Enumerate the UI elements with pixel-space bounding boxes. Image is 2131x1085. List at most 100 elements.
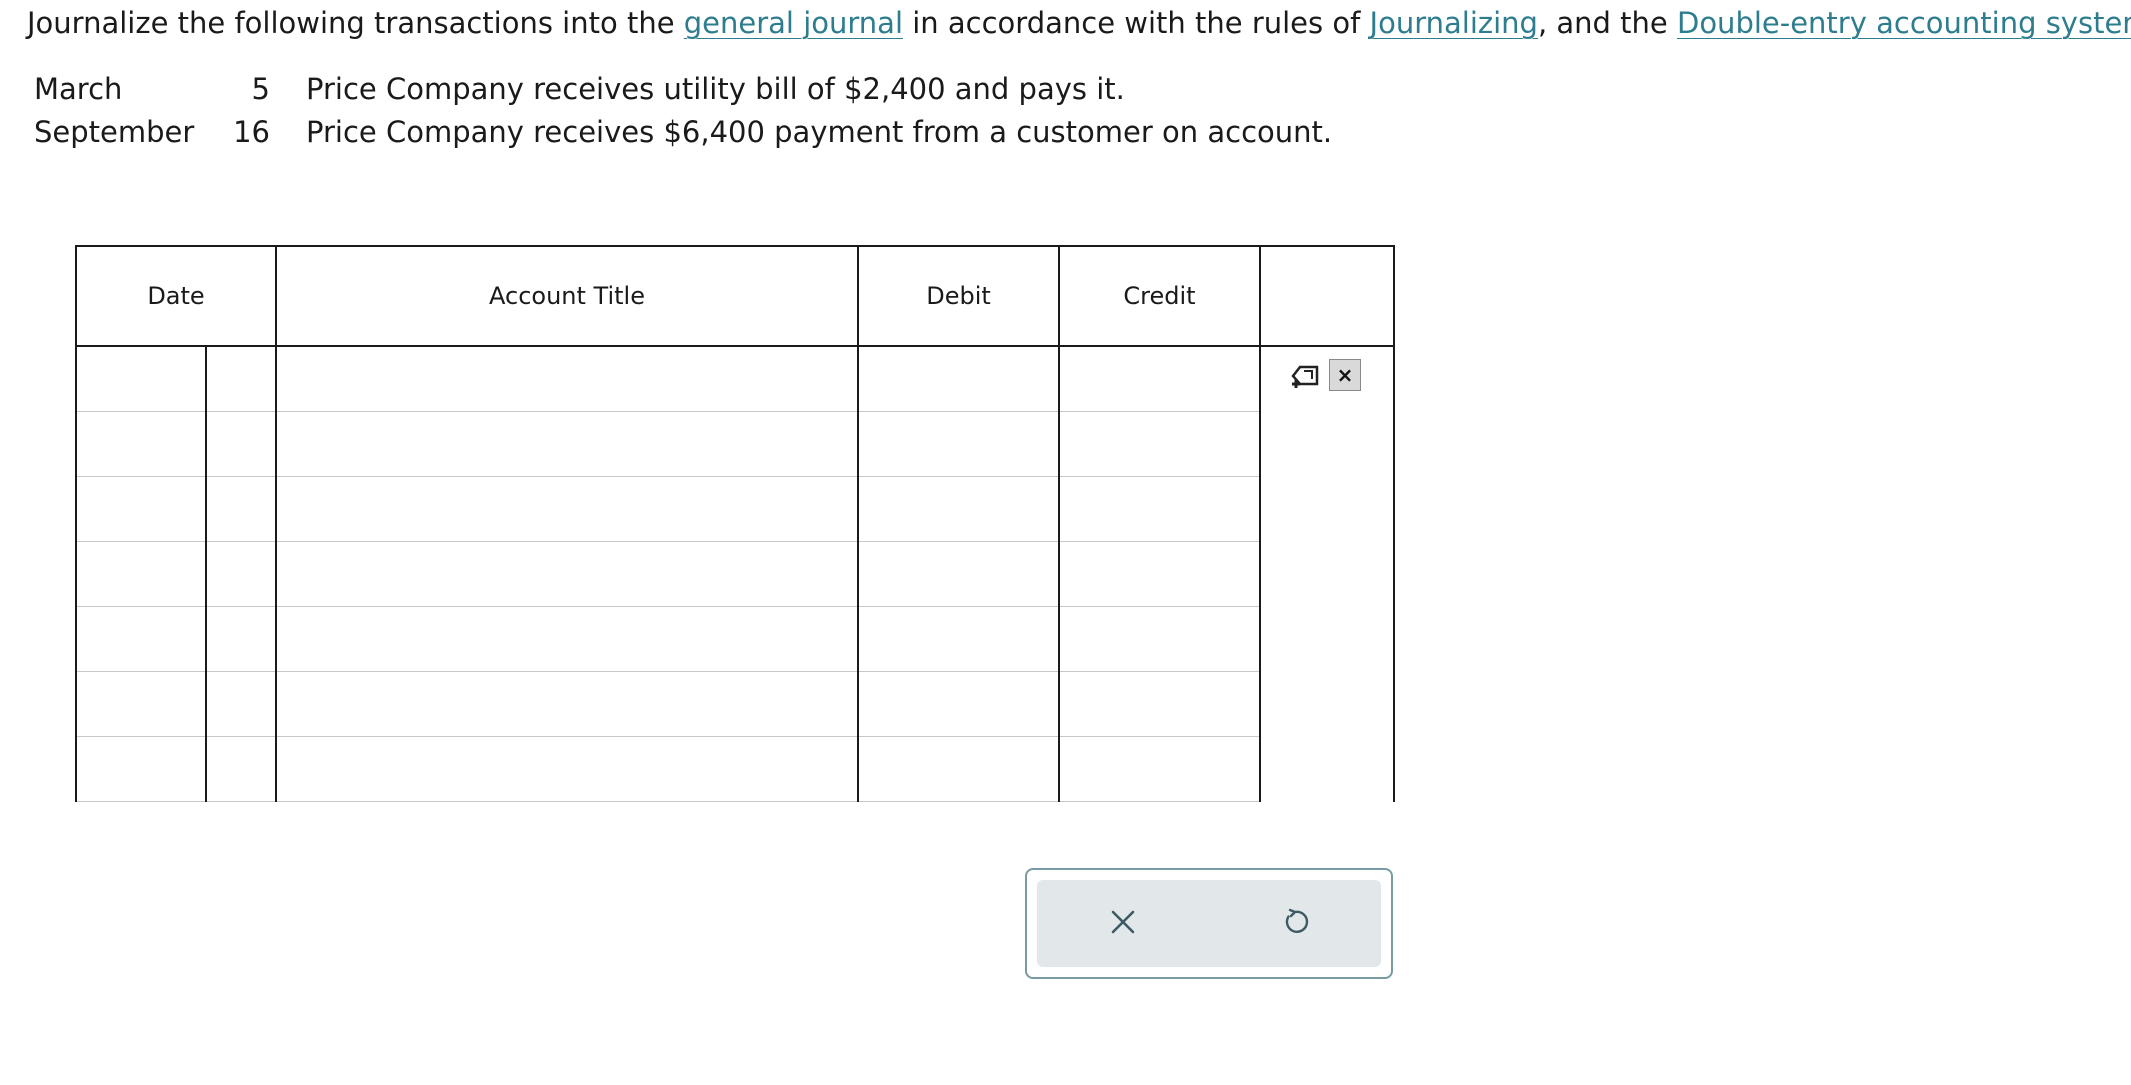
transaction-description: Price Company receives utility bill of $… <box>306 72 1125 106</box>
account-input[interactable] <box>277 412 857 476</box>
day-cell[interactable] <box>205 606 277 672</box>
day-cell[interactable] <box>205 736 277 802</box>
undo-icon <box>1280 907 1310 941</box>
day-input[interactable] <box>207 477 275 541</box>
account-cell[interactable] <box>275 476 859 542</box>
account-input[interactable] <box>277 672 857 736</box>
reset-button[interactable] <box>1271 900 1319 948</box>
debit-cell[interactable] <box>857 411 1060 477</box>
month-cell[interactable] <box>75 411 207 477</box>
header-controls <box>1259 245 1395 347</box>
transaction-description: Price Company receives $6,400 payment fr… <box>306 115 1333 149</box>
day-cell[interactable] <box>205 345 277 412</box>
answer-actions <box>1025 868 1393 979</box>
debit-input[interactable] <box>859 737 1058 801</box>
day-cell[interactable] <box>205 671 277 737</box>
month-input[interactable] <box>77 607 205 671</box>
header-date: Date <box>75 245 277 347</box>
month-input[interactable] <box>77 672 205 736</box>
month-input[interactable] <box>77 542 205 606</box>
credit-input[interactable] <box>1060 542 1259 606</box>
credit-input[interactable] <box>1060 672 1259 736</box>
clear-button[interactable] <box>1099 900 1147 948</box>
transaction-day: 16 <box>233 115 270 149</box>
account-cell[interactable] <box>275 345 859 412</box>
credit-input[interactable] <box>1060 347 1259 411</box>
account-input[interactable] <box>277 477 857 541</box>
journal-row <box>75 606 1394 672</box>
credit-cell[interactable] <box>1058 345 1261 412</box>
credit-cell[interactable] <box>1058 606 1261 672</box>
header-debit: Debit <box>857 245 1060 347</box>
transaction-row: March 5 Price Company receives utility b… <box>34 68 1332 111</box>
account-input[interactable] <box>277 607 857 671</box>
day-input[interactable] <box>207 347 275 411</box>
month-cell[interactable] <box>75 606 207 672</box>
account-cell[interactable] <box>275 736 859 802</box>
credit-cell[interactable] <box>1058 736 1261 802</box>
debit-cell[interactable] <box>857 541 1060 607</box>
credit-input[interactable] <box>1060 412 1259 476</box>
credit-cell[interactable] <box>1058 476 1261 542</box>
credit-input[interactable] <box>1060 607 1259 671</box>
credit-input[interactable] <box>1060 737 1259 801</box>
general-journal-link[interactable]: general journal <box>684 6 903 40</box>
credit-cell[interactable] <box>1058 671 1261 737</box>
debit-input[interactable] <box>859 672 1058 736</box>
account-cell[interactable] <box>275 671 859 737</box>
day-cell[interactable] <box>205 411 277 477</box>
debit-cell[interactable] <box>857 345 1060 412</box>
month-cell[interactable] <box>75 345 207 412</box>
header-account-title: Account Title <box>275 245 859 347</box>
day-cell[interactable] <box>205 476 277 542</box>
day-input[interactable] <box>207 607 275 671</box>
delete-row-button[interactable]: × <box>1329 359 1361 391</box>
transaction-row: September 16 Price Company receives $6,4… <box>34 111 1332 154</box>
day-input[interactable] <box>207 412 275 476</box>
debit-cell[interactable] <box>857 736 1060 802</box>
debit-input[interactable] <box>859 477 1058 541</box>
month-cell[interactable] <box>75 736 207 802</box>
journal-grid: Date Account Title Debit Credit × <box>75 245 1395 802</box>
day-input[interactable] <box>207 737 275 801</box>
debit-cell[interactable] <box>857 476 1060 542</box>
debit-input[interactable] <box>859 347 1058 411</box>
debit-cell[interactable] <box>857 671 1060 737</box>
instructions-text: Journalize the following transactions in… <box>27 3 2131 43</box>
transaction-month: March <box>34 72 123 106</box>
debit-input[interactable] <box>859 412 1058 476</box>
row-controls-cell: × <box>1259 345 1395 802</box>
account-cell[interactable] <box>275 606 859 672</box>
add-row-icon[interactable] <box>1289 360 1323 390</box>
account-input[interactable] <box>277 542 857 606</box>
account-input[interactable] <box>277 347 857 411</box>
close-icon <box>1108 907 1138 941</box>
month-input[interactable] <box>77 412 205 476</box>
debit-input[interactable] <box>859 607 1058 671</box>
journal-row <box>75 736 1394 802</box>
debit-input[interactable] <box>859 542 1058 606</box>
account-input[interactable] <box>277 737 857 801</box>
day-cell[interactable] <box>205 541 277 607</box>
month-input[interactable] <box>77 477 205 541</box>
day-input[interactable] <box>207 542 275 606</box>
journal-row <box>75 541 1394 607</box>
transaction-month: September <box>34 115 195 149</box>
credit-cell[interactable] <box>1058 541 1261 607</box>
month-input[interactable] <box>77 347 205 411</box>
month-cell[interactable] <box>75 541 207 607</box>
double-entry-link[interactable]: Double-entry accounting system <box>1677 6 2131 40</box>
month-input[interactable] <box>77 737 205 801</box>
credit-input[interactable] <box>1060 477 1259 541</box>
credit-cell[interactable] <box>1058 411 1261 477</box>
month-cell[interactable] <box>75 671 207 737</box>
row-tools: × <box>1289 359 1361 391</box>
answer-actions-panel <box>1037 880 1381 967</box>
day-input[interactable] <box>207 672 275 736</box>
account-cell[interactable] <box>275 411 859 477</box>
journalizing-link[interactable]: Journalizing <box>1370 6 1538 40</box>
debit-cell[interactable] <box>857 606 1060 672</box>
month-cell[interactable] <box>75 476 207 542</box>
account-cell[interactable] <box>275 541 859 607</box>
header-credit: Credit <box>1058 245 1261 347</box>
